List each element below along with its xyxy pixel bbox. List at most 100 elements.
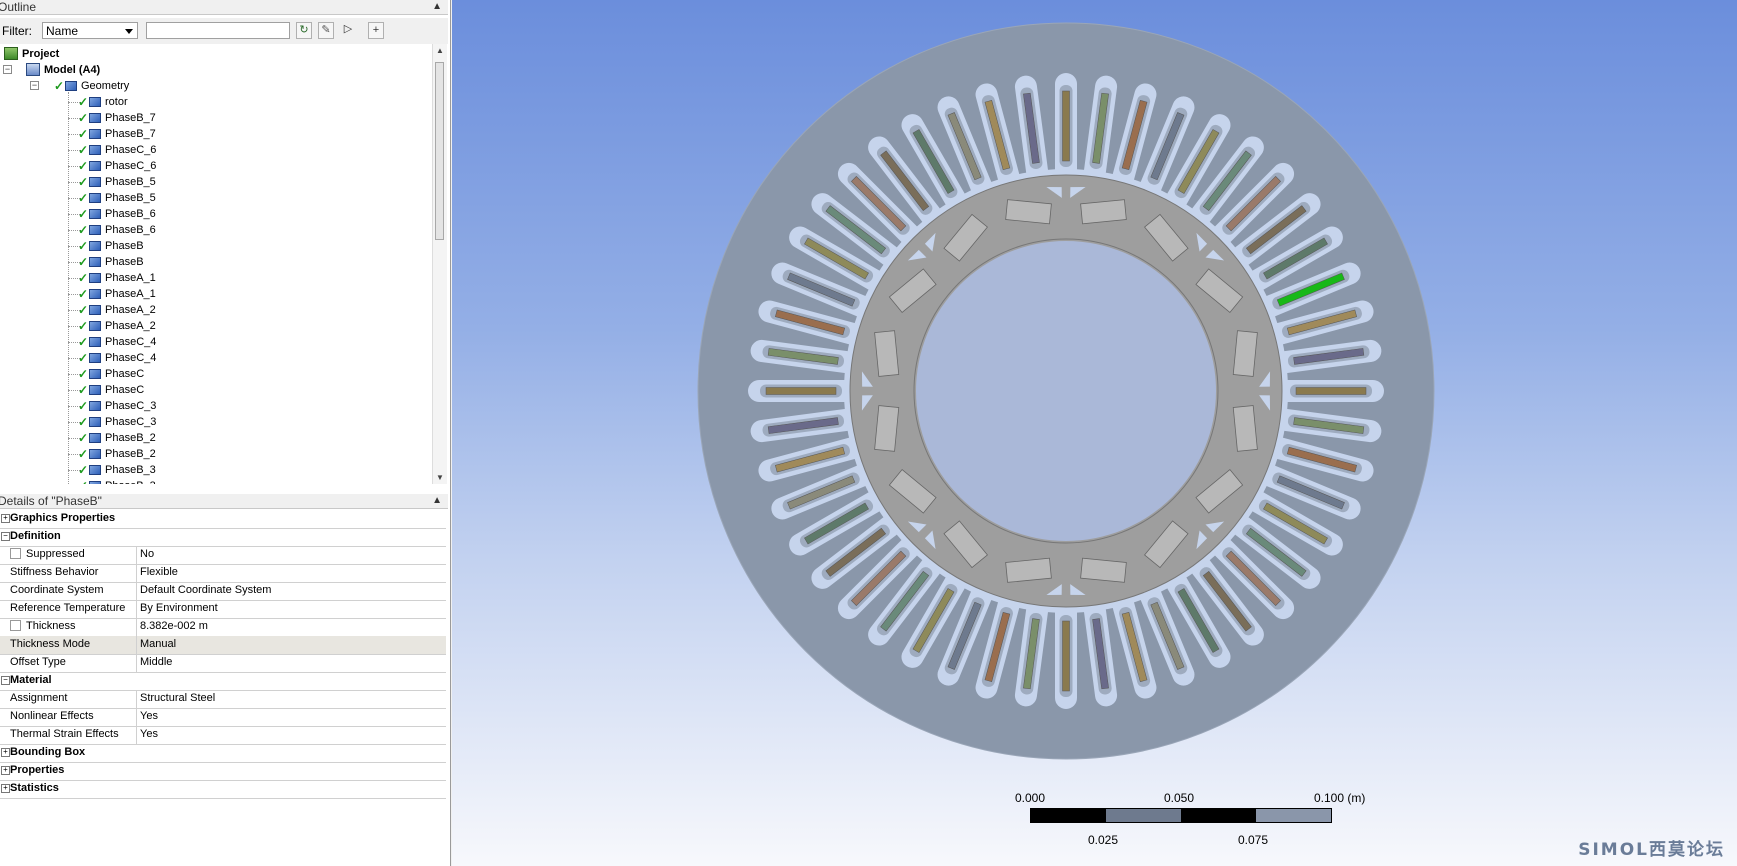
magnet[interactable]: [1005, 557, 1052, 583]
checkbox[interactable]: [10, 619, 21, 631]
property-value[interactable]: Flexible: [140, 564, 178, 581]
scroll-down-icon[interactable]: ▼: [436, 473, 444, 482]
tree-item[interactable]: ✓ PhaseB_7: [78, 126, 156, 142]
expand-icon[interactable]: +: [1, 766, 10, 775]
tree-item[interactable]: ✓ PhaseC_6: [78, 158, 156, 174]
conductor[interactable]: [1295, 387, 1367, 395]
tree-item[interactable]: ✓ rotor: [78, 94, 128, 110]
magnet[interactable]: [874, 405, 900, 452]
motor-geometry[interactable]: [452, 0, 1737, 866]
shaft-bore[interactable]: [916, 241, 1216, 541]
conductor[interactable]: [1062, 620, 1070, 692]
tree-item[interactable]: ✓ PhaseA_2: [78, 302, 156, 318]
details-category[interactable]: − Definition: [0, 528, 446, 547]
details-category[interactable]: − Material: [0, 672, 446, 691]
tree-item[interactable]: ✓ PhaseC_3: [78, 414, 156, 430]
collapse-icon[interactable]: −: [1, 532, 10, 541]
stator-slot[interactable]: [1274, 380, 1384, 402]
scrollbar-thumb[interactable]: [435, 62, 444, 240]
conductor[interactable]: [765, 387, 837, 395]
details-property-row[interactable]: Assignment Structural Steel: [0, 690, 446, 709]
conductor[interactable]: [1062, 90, 1070, 162]
expand-icon[interactable]: +: [1, 748, 10, 757]
tree-item[interactable]: ✓ PhaseC_4: [78, 350, 156, 366]
pin-icon[interactable]: ▲: [432, 0, 442, 14]
property-value[interactable]: Manual: [140, 636, 176, 653]
expand-all-button[interactable]: +: [368, 22, 384, 39]
details-property-row[interactable]: Offset Type Middle: [0, 654, 446, 673]
details-property-row[interactable]: Thermal Strain Effects Yes: [0, 726, 446, 745]
stator-slot[interactable]: [748, 380, 858, 402]
details-property-row[interactable]: Thickness 8.382e-002 m: [0, 618, 446, 637]
tree-item-label: PhaseB_2: [105, 448, 156, 460]
details-property-row[interactable]: Suppressed No: [0, 546, 446, 565]
expand-icon[interactable]: +: [1, 784, 10, 793]
scroll-up-icon[interactable]: ▲: [436, 46, 444, 55]
tree-item[interactable]: ✓ PhaseB_2: [78, 430, 156, 446]
details-category[interactable]: + Bounding Box: [0, 744, 446, 763]
tree-filter-button[interactable]: ▷: [340, 22, 356, 39]
tree-item[interactable]: ✓ Geometry: [54, 78, 129, 94]
magnet[interactable]: [1080, 557, 1127, 583]
collapse-icon[interactable]: −: [1, 676, 10, 685]
tree-item[interactable]: ✓ PhaseB_6: [78, 222, 156, 238]
magnet[interactable]: [1080, 199, 1127, 225]
tree-item[interactable]: ✓ PhaseB_2: [78, 446, 156, 462]
tree-item[interactable]: Model (A4): [26, 62, 100, 78]
magnet[interactable]: [1232, 405, 1258, 452]
refresh-filter-button[interactable]: ↻: [296, 22, 312, 39]
property-value[interactable]: Structural Steel: [140, 690, 215, 707]
tree-item[interactable]: ✓ PhaseA_1: [78, 270, 156, 286]
tree-item[interactable]: ✓ PhaseC: [78, 366, 144, 382]
details-property-row[interactable]: Thickness Mode Manual: [0, 636, 446, 655]
tree-scrollbar[interactable]: ▲ ▼: [432, 44, 447, 484]
tree-item[interactable]: ✓ PhaseB_6: [78, 206, 156, 222]
stator-slot[interactable]: [1055, 599, 1077, 709]
details-property-row[interactable]: Coordinate System Default Coordinate Syst…: [0, 582, 446, 601]
property-value[interactable]: Default Coordinate System: [140, 582, 271, 599]
category-label: Bounding Box: [10, 746, 86, 758]
tree-item[interactable]: ✓ PhaseB_5: [78, 174, 156, 190]
stator-slot[interactable]: [1055, 73, 1077, 183]
property-value[interactable]: Yes: [140, 726, 158, 743]
graphics-viewport[interactable]: 0.000 0.050 0.100 (m) 0.025 0.075 SIMOL西…: [452, 0, 1737, 866]
magnet[interactable]: [1005, 199, 1052, 225]
tree-item[interactable]: ✓ PhaseA_2: [78, 318, 156, 334]
tree-item[interactable]: ✓ PhaseC: [78, 382, 144, 398]
details-property-row[interactable]: Reference Temperature By Environment: [0, 600, 446, 619]
magnet[interactable]: [874, 330, 900, 377]
left-panel: Outline ▲ Filter: Name ↻ ✎ ▷ + Project Mo…: [0, 0, 451, 866]
checkbox[interactable]: [10, 547, 21, 559]
tree-item[interactable]: ✓ PhaseB_5: [78, 190, 156, 206]
tree-item[interactable]: ✓ PhaseB_7: [78, 110, 156, 126]
collapse-icon[interactable]: −: [30, 81, 39, 90]
tree-item[interactable]: ✓ PhaseA_1: [78, 286, 156, 302]
tree-item[interactable]: ✓ PhaseB: [78, 254, 144, 270]
filter-funnel-icon: ▷: [343, 23, 353, 35]
property-value[interactable]: No: [140, 546, 154, 563]
property-value[interactable]: By Environment: [140, 600, 218, 617]
details-category[interactable]: + Properties: [0, 762, 446, 781]
magnet[interactable]: [1232, 330, 1258, 377]
details-category[interactable]: + Graphics Properties: [0, 510, 446, 529]
tree-item[interactable]: ✓PhaseB_3: [78, 478, 156, 484]
property-label: Thickness: [26, 620, 76, 632]
expand-icon[interactable]: +: [1, 514, 10, 523]
property-value[interactable]: 8.382e-002 m: [140, 618, 208, 635]
tree-item[interactable]: ✓ PhaseC_6: [78, 142, 156, 158]
pin-icon[interactable]: ▲: [432, 494, 442, 508]
tree-item[interactable]: ✓PhaseB_3: [78, 462, 156, 478]
tree-item[interactable]: ✓ PhaseB: [78, 238, 144, 254]
clear-filter-button[interactable]: ✎: [318, 22, 334, 39]
details-category[interactable]: + Statistics: [0, 780, 446, 799]
filter-search-input[interactable]: [146, 22, 290, 39]
collapse-icon[interactable]: −: [3, 65, 12, 74]
tree-item[interactable]: Project: [4, 46, 59, 62]
details-property-row[interactable]: Stiffness Behavior Flexible: [0, 564, 446, 583]
tree-item[interactable]: ✓ PhaseC_3: [78, 398, 156, 414]
filter-type-select[interactable]: Name: [42, 22, 138, 39]
property-value[interactable]: Yes: [140, 708, 158, 725]
details-property-row[interactable]: Nonlinear Effects Yes: [0, 708, 446, 727]
tree-item[interactable]: ✓ PhaseC_4: [78, 334, 156, 350]
property-value[interactable]: Middle: [140, 654, 172, 671]
